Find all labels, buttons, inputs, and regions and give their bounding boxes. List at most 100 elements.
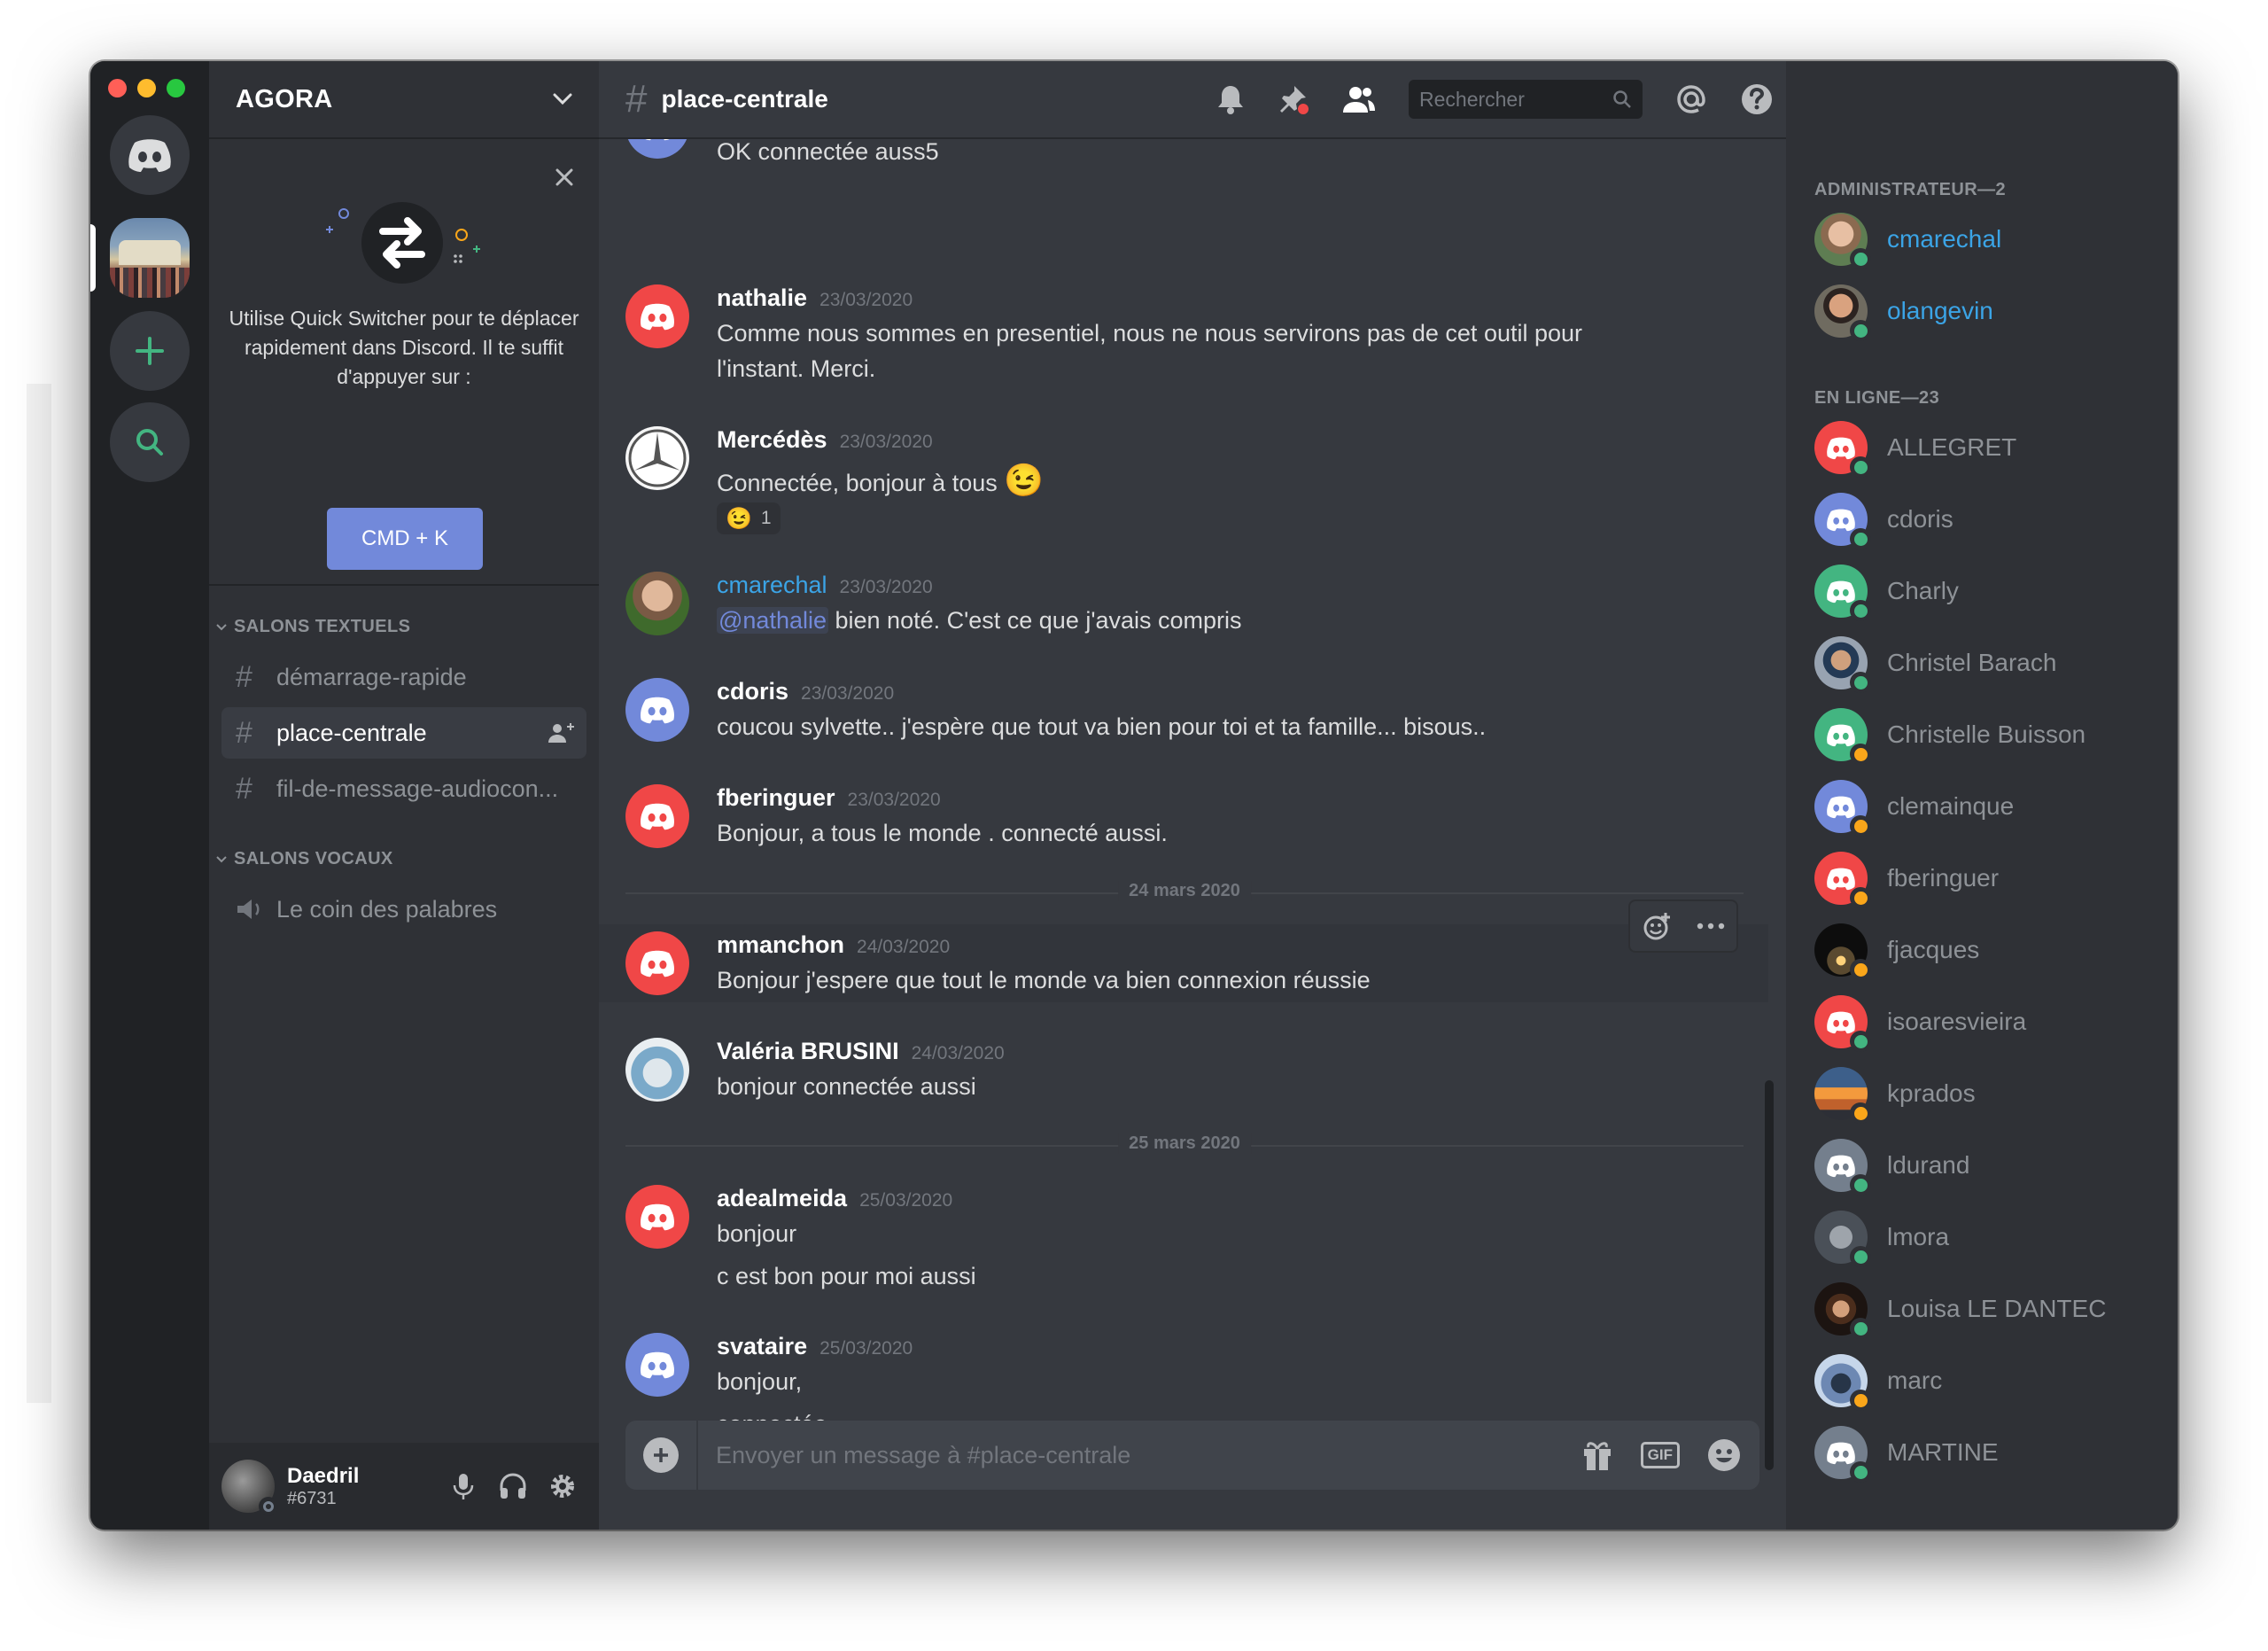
reaction-button[interactable]: 😉 1 [717,502,781,534]
member-item[interactable]: lmora [1814,1209,1949,1267]
member-name: kprados [1887,1079,1976,1107]
member-item[interactable]: fjacques [1814,922,1979,980]
avatar[interactable] [625,1333,689,1397]
channel-header: # place-centrale Rechercher [599,61,1786,139]
member-item[interactable]: ALLEGRET [1814,419,2016,478]
upload-button[interactable] [643,1437,679,1473]
channel-fil-de-message-audioconference[interactable]: # fil-de-message-audiocon... [221,763,586,814]
message-author[interactable]: fberinguer [717,784,835,811]
quick-switcher-shortcut-button[interactable]: CMD + K [327,508,483,570]
avatar[interactable] [625,784,689,848]
discord-logo-icon [1827,509,1855,531]
pin-icon[interactable] [1278,83,1309,115]
member-group-title: ADMINISTRATEUR—2 [1814,180,2007,199]
member-name: clemainque [1887,792,2015,820]
member-item[interactable]: Christelle Buisson [1814,706,2085,765]
user-mention[interactable]: @nathalie [717,607,828,634]
minimize-window-button[interactable] [137,79,156,97]
member-item[interactable]: MARTINE [1814,1424,1999,1483]
avatar[interactable] [625,678,689,742]
message-author[interactable]: nathalie [717,284,807,311]
member-item[interactable]: cdoris [1814,491,1953,549]
member-item[interactable]: fberinguer [1814,850,1999,908]
explore-servers-button[interactable] [110,402,190,482]
avatar [1814,636,1871,693]
discord-logo-icon [1827,1155,1855,1177]
member-item[interactable]: ldurand [1814,1137,1970,1195]
member-name: isoaresvieira [1887,1008,2027,1035]
avatar[interactable] [625,426,689,490]
message-author[interactable]: cdoris [717,678,788,705]
maximize-window-button[interactable] [167,79,185,97]
member-name: Charly [1887,577,1959,604]
quick-switcher-illustration [326,202,480,284]
add-reaction-icon[interactable] [1642,910,1674,942]
headphones-icon[interactable] [498,1471,528,1501]
close-window-button[interactable] [108,79,127,97]
member-item[interactable]: Charly [1814,563,1959,621]
invite-member-icon[interactable] [548,721,574,744]
member-item[interactable]: marc [1814,1352,1943,1411]
member-list-icon[interactable] [1341,84,1377,114]
message-author[interactable]: Mercédès [717,426,827,453]
message-author[interactable]: mmanchon [717,931,844,958]
gear-icon[interactable] [548,1471,578,1501]
user-info: Daedril #6731 [287,1464,448,1509]
gift-icon[interactable] [1581,1438,1614,1472]
channel-place-centrale[interactable]: # place-centrale [221,707,586,759]
avatar[interactable] [625,284,689,348]
member-item[interactable]: kprados [1814,1065,1976,1124]
member-item[interactable]: olangevin [1814,283,1993,341]
discord-logo-icon [641,1203,674,1231]
message-author[interactable]: cmarechal [717,572,827,598]
gif-button[interactable]: GIF [1640,1442,1680,1468]
member-item[interactable]: Louisa LE DANTEC [1814,1281,2106,1339]
server-icon-agora[interactable] [110,218,190,298]
message-author[interactable]: svataire [717,1333,807,1359]
microphone-icon[interactable] [448,1471,478,1501]
message-input[interactable]: Envoyer un message à #place-centrale [716,1442,1581,1469]
avatar[interactable] [625,1185,689,1249]
category-text-channels[interactable]: SALONS TEXTUELS [216,617,410,637]
bell-icon[interactable] [1216,83,1246,115]
message-author[interactable]: adealmeida [717,1185,847,1211]
member-item[interactable]: clemainque [1814,778,2015,837]
emoji-icon[interactable] [1706,1437,1742,1473]
avatar [1814,421,1871,478]
avatar[interactable] [625,1038,689,1102]
member-item[interactable]: Christel Barach [1814,635,2056,693]
message-author[interactable]: Valéria BRUSINI [717,1038,899,1064]
help-icon[interactable] [1740,82,1774,116]
avatar [1814,923,1871,980]
avatar[interactable] [221,1460,278,1516]
avatar[interactable] [625,139,689,159]
voice-channel-le-coin-des-palabres[interactable]: Le coin des palabres [221,884,586,935]
avatar[interactable] [625,572,689,635]
scrollbar[interactable] [1765,1080,1774,1470]
close-icon[interactable] [555,167,574,187]
avatar[interactable] [625,931,689,995]
member-name: ldurand [1887,1151,1970,1179]
avatar [1814,1354,1871,1411]
member-item[interactable]: isoaresvieira [1814,993,2027,1052]
plus-icon [654,1448,668,1462]
message-timestamp: 25/03/2020 [819,1338,913,1359]
message-text: l'instant. Merci. [717,355,876,382]
category-voice-channels[interactable]: SALONS VOCAUX [216,849,393,869]
channel-demarrage-rapide[interactable]: # démarrage-rapide [221,651,586,703]
message-text: Comme nous sommes en presentiel, nous ne… [717,320,1583,347]
home-button[interactable] [110,115,190,195]
message-text: bonjour, [717,1368,803,1395]
add-server-button[interactable] [110,311,190,391]
hash-icon: # [625,77,648,121]
search-input[interactable]: Rechercher [1409,80,1643,119]
message-header: nathalie 23/03/2020 [717,284,913,312]
member-item[interactable]: cmarechal [1814,211,2001,269]
message-header: Mercédès 23/03/2020 [717,426,933,454]
mention-icon[interactable] [1674,82,1708,116]
server-header[interactable]: AGORA [209,61,599,139]
more-options-icon[interactable] [1697,923,1725,930]
member-name: marc [1887,1367,1943,1394]
quick-switcher-tip: Utilise Quick Switcher pour te déplacer … [209,139,599,586]
user-panel: Daedril #6731 [209,1443,599,1530]
